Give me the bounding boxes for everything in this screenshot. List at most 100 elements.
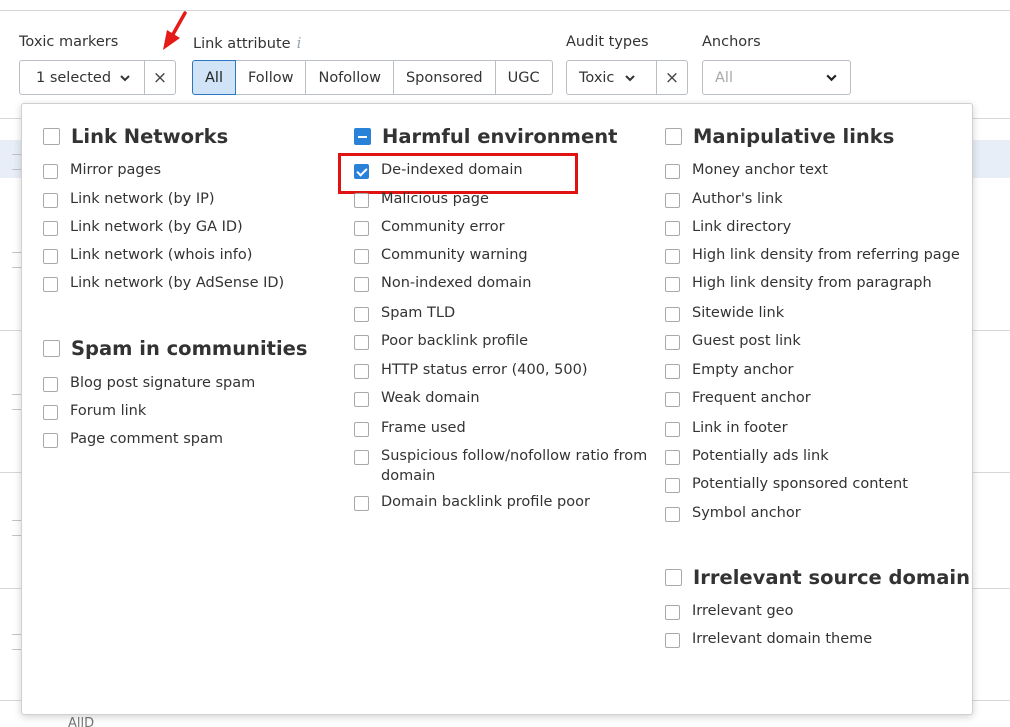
toxic-markers-select: 1 selected × [19,60,176,95]
option-frame-used[interactable]: Frame used [354,418,466,438]
option-community-error[interactable]: Community error [354,217,505,237]
option-checkbox[interactable] [665,193,680,208]
option-symbol-anchor[interactable]: Symbol anchor [665,503,801,523]
option-checkbox[interactable] [43,193,58,208]
group-checkbox[interactable] [43,128,60,145]
option-checkbox[interactable] [665,392,680,407]
option-checkbox[interactable] [354,392,369,407]
option-high-density-paragraph[interactable]: High link density from paragraph [665,273,932,293]
option-checkbox[interactable] [665,335,680,350]
group-title: Manipulative links [693,125,895,148]
audit-types-select: Toxic × [566,60,688,95]
option-empty-anchor[interactable]: Empty anchor [665,360,793,380]
option-irrelevant-geo[interactable]: Irrelevant geo [665,601,793,621]
option-blog-post-signature-spam[interactable]: Blog post signature spam [43,373,255,393]
link-attr-nofollow[interactable]: Nofollow [306,60,394,95]
option-checkbox[interactable] [665,450,680,465]
option-checkbox[interactable] [665,507,680,522]
option-spam-tld[interactable]: Spam TLD [354,303,455,323]
option-checkbox[interactable] [43,405,58,420]
group-harmful-environment[interactable]: Harmful environment [354,125,617,148]
option-link-network-whois[interactable]: Link network (whois info) [43,245,252,265]
toxic-markers-dropdown[interactable]: 1 selected [20,61,145,94]
option-checkbox[interactable] [43,277,58,292]
toxic-markers-dropdown-panel: Link Networks Mirror pages Link network … [21,103,973,715]
option-label: Money anchor text [692,162,828,178]
group-manipulative-links[interactable]: Manipulative links [665,125,894,148]
clear-audit-types-button[interactable]: × [657,61,687,94]
link-attr-all[interactable]: All [192,60,236,95]
option-forum-link[interactable]: Forum link [43,401,146,421]
group-checkbox[interactable] [665,569,682,586]
clear-toxic-markers-button[interactable]: × [145,61,175,94]
option-authors-link[interactable]: Author's link [665,189,783,209]
option-checkbox[interactable] [665,221,680,236]
option-checkbox[interactable] [354,277,369,292]
option-checkbox[interactable] [354,364,369,379]
option-malicious-page[interactable]: Malicious page [354,189,489,209]
option-checkbox[interactable] [665,422,680,437]
option-checkbox[interactable] [354,422,369,437]
link-attr-ugc[interactable]: UGC [495,60,553,95]
option-checkbox[interactable] [665,249,680,264]
option-link-network-ga[interactable]: Link network (by GA ID) [43,217,243,237]
option-high-density-referring[interactable]: High link density from referring page [665,245,960,265]
option-frequent-anchor[interactable]: Frequent anchor [665,388,811,408]
option-money-anchor-text[interactable]: Money anchor text [665,160,828,180]
audit-types-label: Audit types [566,34,649,50]
group-spam-in-communities[interactable]: Spam in communities [43,337,308,360]
option-poor-backlink-profile[interactable]: Poor backlink profile [354,331,528,351]
group-irrelevant-source-domain[interactable]: Irrelevant source domain [665,566,970,589]
option-checkbox[interactable] [354,249,369,264]
option-checkbox[interactable] [43,377,58,392]
toxic-markers-value: 1 selected [36,69,112,86]
option-link-network-adsense[interactable]: Link network (by AdSense ID) [43,273,284,293]
option-suspicious-follow-ratio[interactable]: Suspicious follow/nofollow ratio from do… [354,446,661,486]
option-link-directory[interactable]: Link directory [665,217,791,237]
option-checkbox[interactable] [354,193,369,208]
option-checkbox[interactable] [665,164,680,179]
option-checkbox[interactable] [43,433,58,448]
option-checkbox[interactable] [665,633,680,648]
option-checkbox[interactable] [354,221,369,236]
option-de-indexed-domain[interactable]: De-indexed domain [354,160,523,180]
option-checkbox[interactable] [665,307,680,322]
option-label: De-indexed domain [381,162,523,178]
group-link-networks[interactable]: Link Networks [43,125,228,148]
option-guest-post-link[interactable]: Guest post link [665,331,801,351]
option-checkbox-checked[interactable] [354,164,369,179]
option-mirror-pages[interactable]: Mirror pages [43,160,161,180]
option-link-network-ip[interactable]: Link network (by IP) [43,189,215,209]
option-domain-backlink-profile-poor[interactable]: Domain backlink profile poor [354,492,590,512]
option-irrelevant-domain-theme[interactable]: Irrelevant domain theme [665,629,872,649]
link-attr-sponsored[interactable]: Sponsored [393,60,496,95]
link-attr-follow[interactable]: Follow [235,60,307,95]
option-checkbox[interactable] [354,496,369,511]
option-checkbox[interactable] [43,221,58,236]
option-checkbox[interactable] [665,364,680,379]
option-community-warning[interactable]: Community warning [354,245,528,265]
option-checkbox[interactable] [43,249,58,264]
option-weak-domain[interactable]: Weak domain [354,388,480,408]
option-checkbox[interactable] [354,307,369,322]
group-checkbox[interactable] [665,128,682,145]
group-checkbox-partial[interactable] [354,128,371,145]
group-checkbox[interactable] [43,340,60,357]
option-link-in-footer[interactable]: Link in footer [665,418,788,438]
option-checkbox[interactable] [354,450,369,465]
option-checkbox[interactable] [665,478,680,493]
option-potentially-sponsored[interactable]: Potentially sponsored content [665,474,908,494]
option-label: Blog post signature spam [70,375,256,391]
option-page-comment-spam[interactable]: Page comment spam [43,429,223,449]
audit-types-dropdown[interactable]: Toxic [567,61,657,94]
option-http-status-error[interactable]: HTTP status error (400, 500) [354,360,587,380]
option-checkbox[interactable] [354,335,369,350]
option-sitewide-link[interactable]: Sitewide link [665,303,784,323]
option-checkbox[interactable] [665,605,680,620]
option-checkbox[interactable] [665,277,680,292]
option-checkbox[interactable] [43,164,58,179]
info-icon[interactable]: i [297,34,302,52]
option-non-indexed-domain[interactable]: Non-indexed domain [354,273,531,293]
anchors-select[interactable]: All [702,60,851,95]
option-potentially-ads-link[interactable]: Potentially ads link [665,446,829,466]
